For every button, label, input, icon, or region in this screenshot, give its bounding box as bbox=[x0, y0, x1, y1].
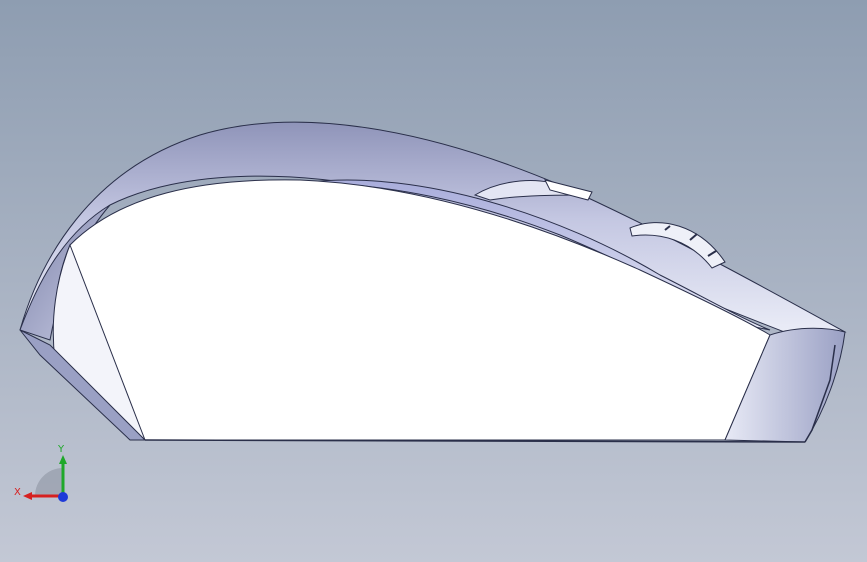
model-view[interactable] bbox=[0, 0, 867, 562]
graphics-viewport[interactable]: Y X bbox=[0, 0, 867, 562]
x-axis-head bbox=[23, 492, 32, 500]
y-axis-head bbox=[59, 455, 67, 464]
y-axis-label: Y bbox=[57, 444, 65, 455]
x-axis-label: X bbox=[14, 487, 21, 498]
triad-plane bbox=[35, 468, 63, 496]
z-axis-dot bbox=[58, 492, 68, 502]
axis-triad: Y X bbox=[14, 444, 68, 502]
